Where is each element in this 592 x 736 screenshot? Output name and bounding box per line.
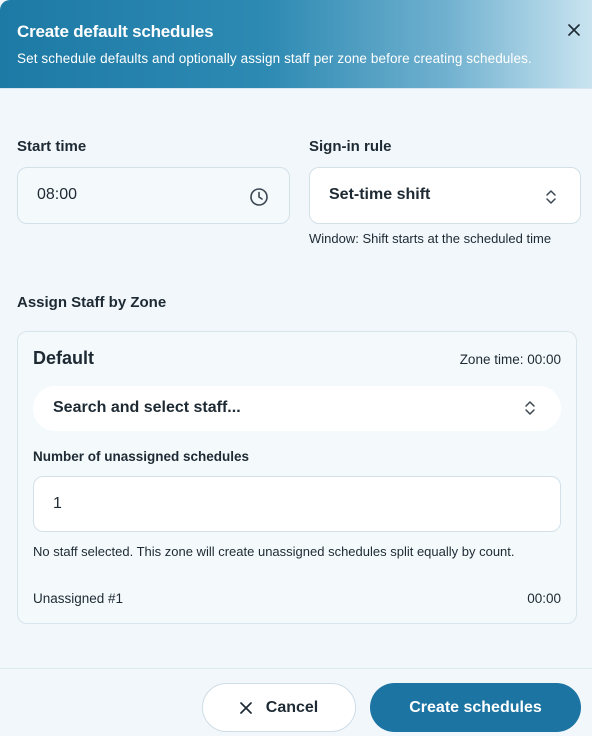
- unassigned-count-input[interactable]: 1: [33, 476, 561, 532]
- x-icon: [239, 701, 252, 714]
- clock-icon[interactable]: [249, 187, 269, 207]
- staff-search-placeholder: Search and select staff...: [53, 399, 241, 416]
- unassigned-count-value: 1: [53, 495, 62, 512]
- sign-in-rule-label: Sign-in rule: [309, 138, 392, 155]
- footer-divider: [0, 668, 592, 669]
- schedule-row-time: 00:00: [527, 591, 561, 606]
- dialog-title: Create default schedules: [17, 22, 214, 41]
- assign-staff-section-title: Assign Staff by Zone: [17, 294, 167, 311]
- create-schedules-button-label: Create schedules: [409, 698, 542, 716]
- dialog-subtitle: Set schedule defaults and optionally ass…: [17, 51, 532, 66]
- zone-time: Zone time: 00:00: [459, 352, 561, 367]
- create-schedules-button[interactable]: Create schedules: [370, 683, 581, 732]
- sign-in-rule-help: Window: Shift starts at the scheduled ti…: [309, 231, 552, 246]
- dialog-header: Create default schedules Set schedule de…: [0, 0, 592, 89]
- create-schedules-dialog: Create default schedules Set schedule de…: [0, 0, 592, 736]
- unassigned-count-label: Number of unassigned schedules: [33, 449, 250, 464]
- schedule-row-name: Unassigned #1: [33, 591, 124, 606]
- close-button[interactable]: [564, 20, 584, 40]
- start-time-value: 08:00: [37, 186, 78, 203]
- close-icon: [568, 24, 580, 36]
- cancel-button[interactable]: Cancel: [202, 683, 356, 732]
- chevron-updown-icon: [546, 190, 556, 204]
- staff-search-select[interactable]: Search and select staff...: [33, 386, 561, 431]
- zone-note: No staff selected. This zone will create…: [33, 544, 515, 559]
- cancel-button-label: Cancel: [265, 698, 319, 716]
- chevron-updown-icon: [525, 401, 535, 415]
- zone-card-default: Default Zone time: 00:00 Search and sele…: [17, 331, 577, 624]
- sign-in-rule-select[interactable]: Set-time shift: [309, 167, 581, 224]
- start-time-input[interactable]: 08:00: [17, 167, 290, 224]
- sign-in-rule-value: Set-time shift: [329, 186, 431, 203]
- start-time-label: Start time: [17, 138, 87, 155]
- zone-name: Default: [33, 348, 95, 368]
